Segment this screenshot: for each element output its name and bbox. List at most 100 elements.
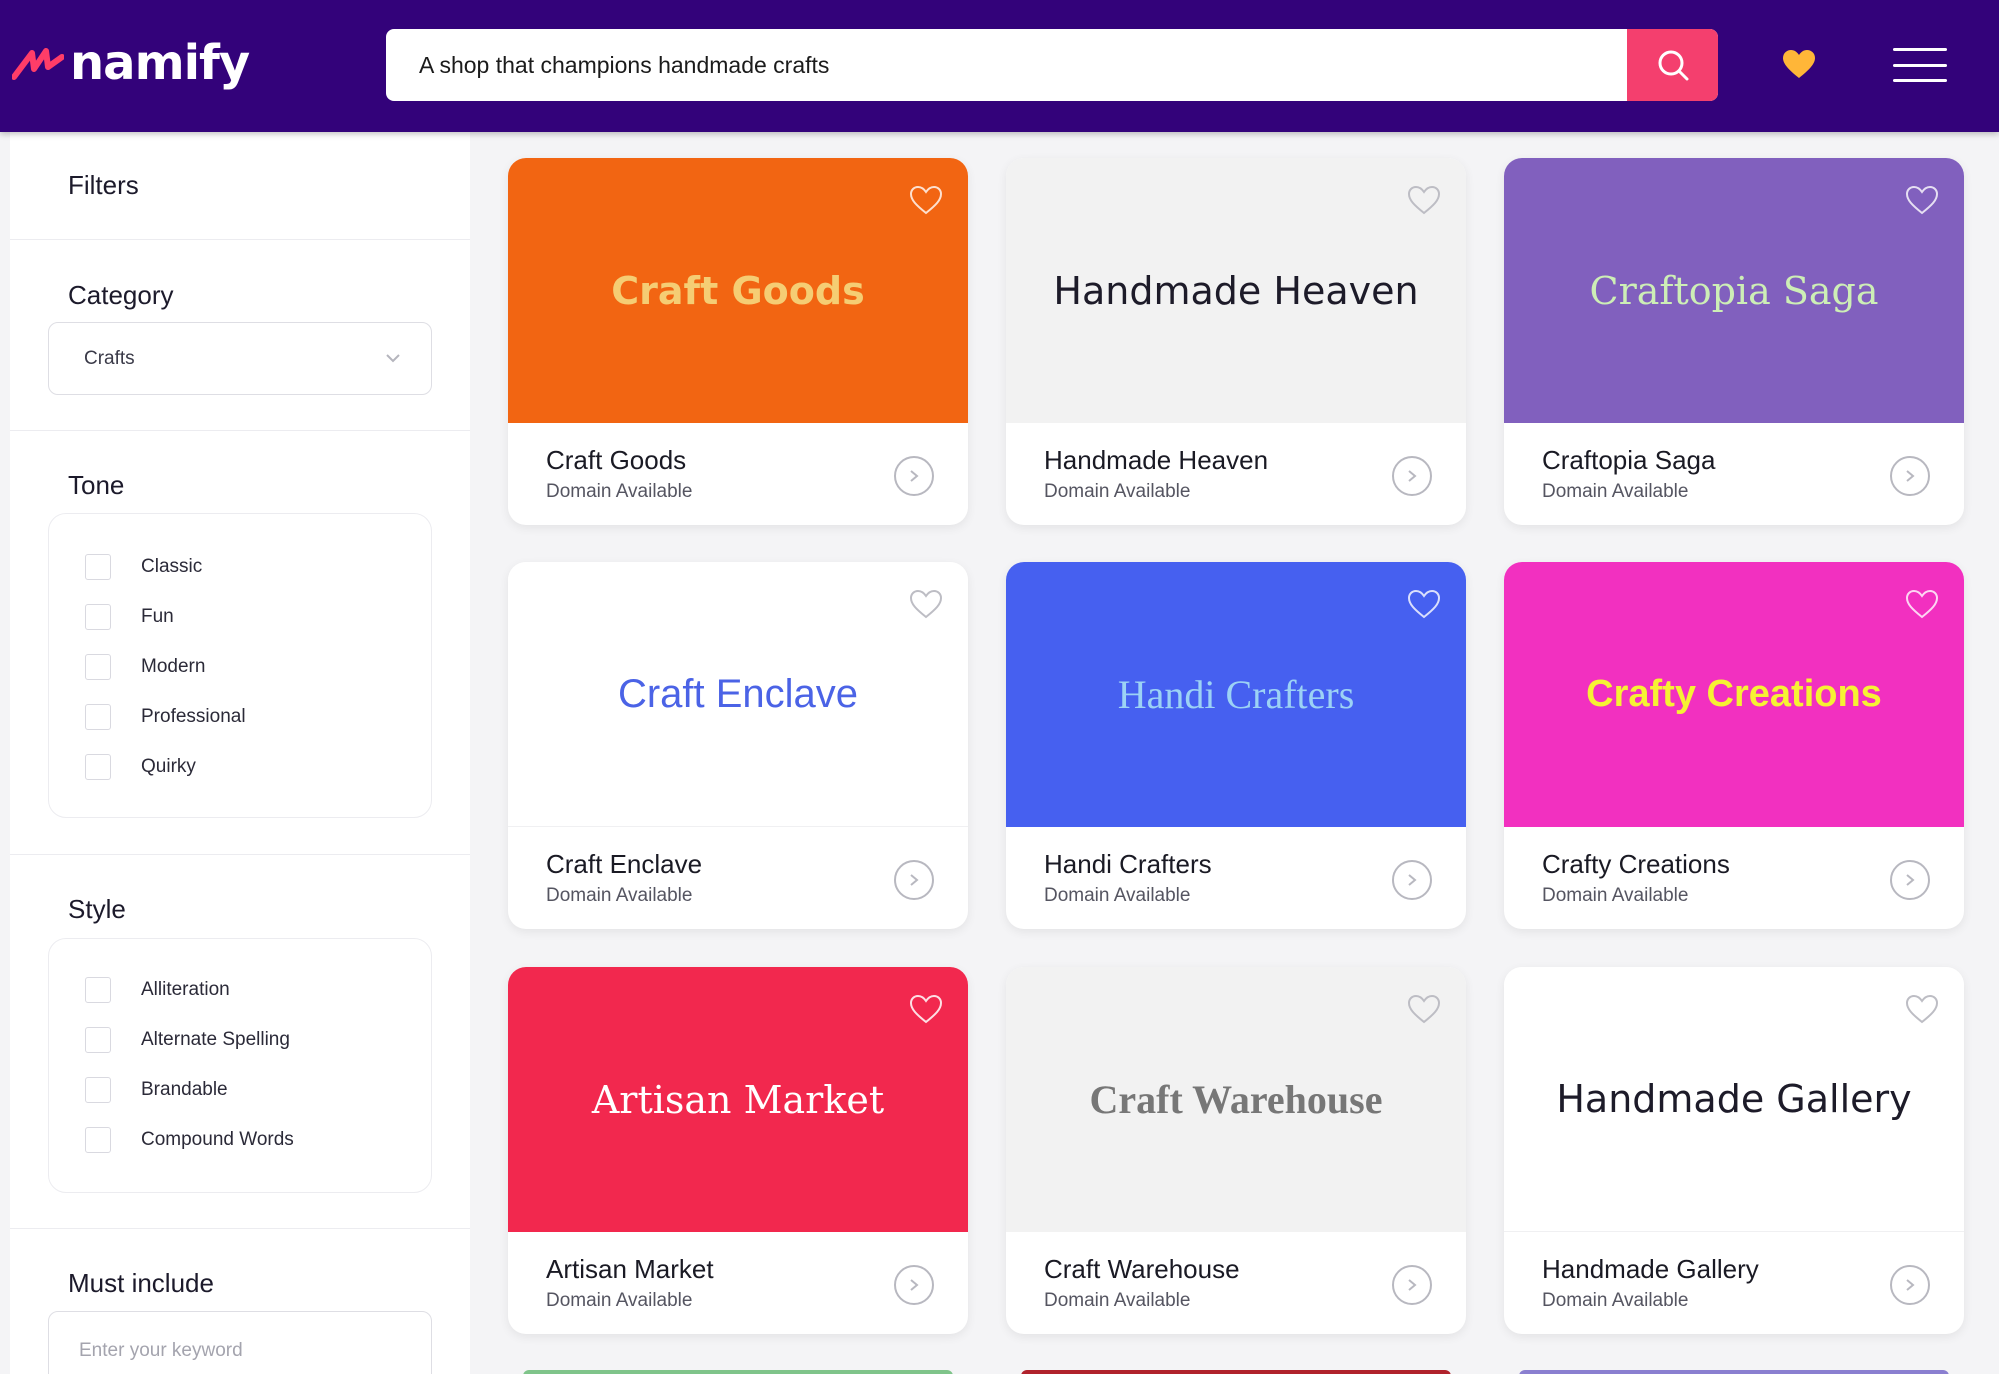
name-logo-preview[interactable]: Handmade Gallery xyxy=(1504,967,1964,1232)
favorite-heart-icon[interactable] xyxy=(1904,993,1940,1025)
card-name: Handmade Heaven xyxy=(1044,445,1269,475)
search-bar xyxy=(386,29,1718,101)
domain-status: Domain Available xyxy=(1542,1290,1689,1311)
category-select[interactable]: Crafts xyxy=(48,322,432,395)
name-logo-preview[interactable]: Handmade Heaven xyxy=(1006,158,1466,423)
style-option-brandable[interactable]: Brandable xyxy=(85,1077,228,1103)
name-card[interactable]: Handmade Heaven Handmade Heaven Domain A… xyxy=(1006,158,1466,525)
card-name: Handi Crafters xyxy=(1044,849,1212,879)
card-footer: Handmade Heaven Domain Available xyxy=(1006,423,1466,525)
style-option-alliteration[interactable]: Alliteration xyxy=(85,977,230,1003)
menu-line xyxy=(1893,79,1947,82)
logo-preview-text: Craft Warehouse xyxy=(1089,1077,1383,1122)
checkbox[interactable] xyxy=(85,554,111,580)
checkbox[interactable] xyxy=(85,754,111,780)
card-footer: Craftopia Saga Domain Available xyxy=(1504,423,1964,525)
card-name: Artisan Market xyxy=(546,1254,714,1284)
tone-title: Tone xyxy=(68,470,125,500)
tone-option-classic[interactable]: Classic xyxy=(85,554,202,580)
logo-preview-text: Handmade Gallery xyxy=(1556,1077,1912,1121)
divider xyxy=(10,239,470,240)
divider xyxy=(10,854,470,855)
arrow-right-icon[interactable] xyxy=(1890,1265,1930,1305)
favorite-heart-icon[interactable] xyxy=(908,588,944,620)
card-footer: Handi Crafters Domain Available xyxy=(1006,827,1466,929)
filters-sidebar: Filters Category Crafts Tone Classic Fun… xyxy=(10,132,470,1374)
tone-options: Classic Fun Modern Professional Quirky xyxy=(48,513,432,818)
tone-option-fun[interactable]: Fun xyxy=(85,604,174,630)
arrow-right-icon[interactable] xyxy=(1890,456,1930,496)
keyword-field[interactable] xyxy=(48,1311,432,1374)
card-name: Craft Enclave xyxy=(546,849,703,879)
card-footer: Craft Enclave Domain Available xyxy=(508,827,968,929)
domain-status: Domain Available xyxy=(1542,481,1689,502)
name-card[interactable]: Craftopia Saga Craftopia Saga Domain Ava… xyxy=(1504,158,1964,525)
domain-status: Domain Available xyxy=(546,1290,693,1311)
favorite-heart-icon[interactable] xyxy=(1406,184,1442,216)
next-card-peek xyxy=(1021,1370,1451,1374)
name-card[interactable]: Handi Crafters Handi Crafters Domain Ava… xyxy=(1006,562,1466,929)
tone-option-quirky[interactable]: Quirky xyxy=(85,754,196,780)
name-card[interactable]: Craft Goods Craft Goods Domain Available xyxy=(508,158,968,525)
next-card-peek xyxy=(1519,1370,1949,1374)
heart-icon xyxy=(1783,50,1815,78)
arrow-right-icon[interactable] xyxy=(894,1265,934,1305)
arrow-right-icon[interactable] xyxy=(1392,456,1432,496)
option-label: Alternate Spelling xyxy=(141,1029,290,1050)
name-card[interactable]: Handmade Gallery Handmade Gallery Domain… xyxy=(1504,967,1964,1334)
checkbox[interactable] xyxy=(85,1077,111,1103)
favorites-button[interactable] xyxy=(1780,45,1818,83)
arrow-right-icon[interactable] xyxy=(1392,1265,1432,1305)
card-footer: Artisan Market Domain Available xyxy=(508,1232,968,1334)
hamburger-menu-icon[interactable] xyxy=(1893,48,1947,82)
favorite-heart-icon[interactable] xyxy=(1904,588,1940,620)
checkbox[interactable] xyxy=(85,654,111,680)
logo-preview-text: Artisan Market xyxy=(591,1077,885,1122)
card-footer: Crafty Creations Domain Available xyxy=(1504,827,1964,929)
name-logo-preview[interactable]: Artisan Market xyxy=(508,967,968,1232)
must-include-title: Must include xyxy=(68,1268,214,1298)
domain-status: Domain Available xyxy=(1542,885,1689,906)
checkbox[interactable] xyxy=(85,1127,111,1153)
favorite-heart-icon[interactable] xyxy=(1406,588,1442,620)
style-option-alternate-spelling[interactable]: Alternate Spelling xyxy=(85,1027,290,1053)
option-label: Compound Words xyxy=(141,1129,294,1150)
style-option-compound-words[interactable]: Compound Words xyxy=(85,1127,294,1153)
name-logo-preview[interactable]: Handi Crafters xyxy=(1006,562,1466,827)
favorite-heart-icon[interactable] xyxy=(1904,184,1940,216)
keyword-input[interactable] xyxy=(49,1312,431,1374)
style-title: Style xyxy=(68,894,126,924)
checkbox[interactable] xyxy=(85,604,111,630)
category-selected-value: Crafts xyxy=(84,347,135,369)
search-input[interactable] xyxy=(386,29,1627,101)
card-name: Craft Goods xyxy=(546,445,687,475)
search-button[interactable] xyxy=(1627,29,1718,101)
name-card[interactable]: Crafty Creations Crafty Creations Domain… xyxy=(1504,562,1964,929)
logo-preview-text: Craft Enclave xyxy=(617,671,859,716)
name-logo-preview[interactable]: Craft Warehouse xyxy=(1006,967,1466,1232)
arrow-right-icon[interactable] xyxy=(894,860,934,900)
arrow-right-icon[interactable] xyxy=(1890,860,1930,900)
favorite-heart-icon[interactable] xyxy=(1406,993,1442,1025)
name-logo-preview[interactable]: Craft Goods xyxy=(508,158,968,423)
favorite-heart-icon[interactable] xyxy=(908,993,944,1025)
arrow-right-icon[interactable] xyxy=(1392,860,1432,900)
logo-preview-text: Craftopia Saga xyxy=(1589,268,1879,313)
tone-option-professional[interactable]: Professional xyxy=(85,704,246,730)
name-logo-preview[interactable]: Crafty Creations xyxy=(1504,562,1964,827)
favorite-heart-icon[interactable] xyxy=(908,184,944,216)
checkbox[interactable] xyxy=(85,704,111,730)
card-name: Craftopia Saga xyxy=(1542,445,1716,475)
name-logo-preview[interactable]: Craft Enclave xyxy=(508,562,968,827)
name-card[interactable]: Craft Warehouse Craft Warehouse Domain A… xyxy=(1006,967,1466,1334)
checkbox[interactable] xyxy=(85,1027,111,1053)
checkbox[interactable] xyxy=(85,977,111,1003)
name-card[interactable]: Craft Enclave Craft Enclave Domain Avail… xyxy=(508,562,968,929)
filters-title: Filters xyxy=(68,170,139,200)
arrow-right-icon[interactable] xyxy=(894,456,934,496)
card-name: Craft Warehouse xyxy=(1044,1254,1240,1284)
name-logo-preview[interactable]: Craftopia Saga xyxy=(1504,158,1964,423)
name-card[interactable]: Artisan Market Artisan Market Domain Ava… xyxy=(508,967,968,1334)
tone-option-modern[interactable]: Modern xyxy=(85,654,205,680)
namify-logo[interactable]: namify xyxy=(12,28,250,98)
